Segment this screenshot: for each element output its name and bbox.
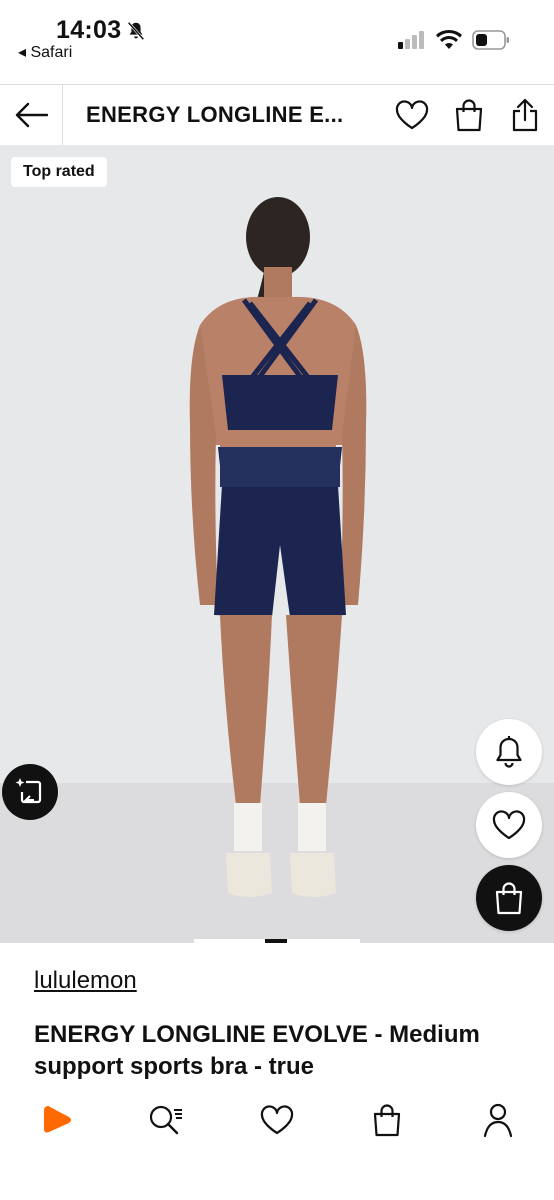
tab-bag[interactable]	[367, 1100, 407, 1140]
page-title: ENERGY LONGLINE E...	[86, 102, 344, 127]
image-pager	[194, 939, 360, 943]
ai-try-on-button[interactable]	[2, 764, 58, 820]
add-to-bag-button[interactable]	[476, 865, 542, 931]
notify-button[interactable]	[476, 719, 542, 785]
product-image[interactable]: Top rated	[0, 145, 554, 943]
wishlist-button[interactable]	[394, 97, 430, 133]
heart-icon	[260, 1105, 294, 1135]
bell-off-icon	[127, 21, 145, 41]
share-icon	[512, 98, 538, 132]
product-title: ENERGY LONGLINE EVOLVE - Medium support …	[34, 1021, 480, 1080]
tab-profile[interactable]	[478, 1100, 518, 1140]
status-time: 14:03	[56, 16, 122, 44]
bell-icon	[496, 736, 522, 768]
heart-icon	[492, 810, 526, 840]
wifi-icon	[436, 30, 462, 49]
share-button[interactable]	[507, 97, 543, 133]
top-rated-badge: Top rated	[11, 157, 107, 187]
model-image	[189, 197, 367, 897]
tab-home[interactable]	[36, 1100, 76, 1140]
home-icon	[44, 1106, 71, 1133]
wishlist-float-button[interactable]	[476, 792, 542, 858]
back-to-safari[interactable]: ◂ Safari	[18, 42, 72, 62]
bag-icon	[373, 1104, 401, 1137]
back-button[interactable]	[0, 85, 63, 145]
bag-icon	[455, 99, 483, 132]
status-indicators	[398, 30, 510, 50]
back-arrow-icon	[15, 102, 48, 128]
pager-active-indicator	[265, 939, 287, 943]
heart-icon	[395, 100, 429, 130]
bottom-tab-bar	[0, 1086, 554, 1200]
product-navbar: ENERGY LONGLINE E...	[0, 84, 554, 146]
status-bar: 14:03 ◂ Safari	[0, 0, 554, 84]
tab-search[interactable]	[145, 1100, 185, 1140]
cart-button[interactable]	[451, 97, 487, 133]
brand-link[interactable]: lululemon	[34, 967, 137, 995]
signal-icon	[398, 31, 424, 49]
ai-try-on-icon	[15, 778, 42, 804]
search-icon	[149, 1105, 182, 1135]
battery-icon	[472, 30, 509, 50]
tab-wishlist[interactable]	[257, 1100, 297, 1140]
profile-icon	[483, 1103, 513, 1138]
bag-icon	[495, 882, 523, 915]
